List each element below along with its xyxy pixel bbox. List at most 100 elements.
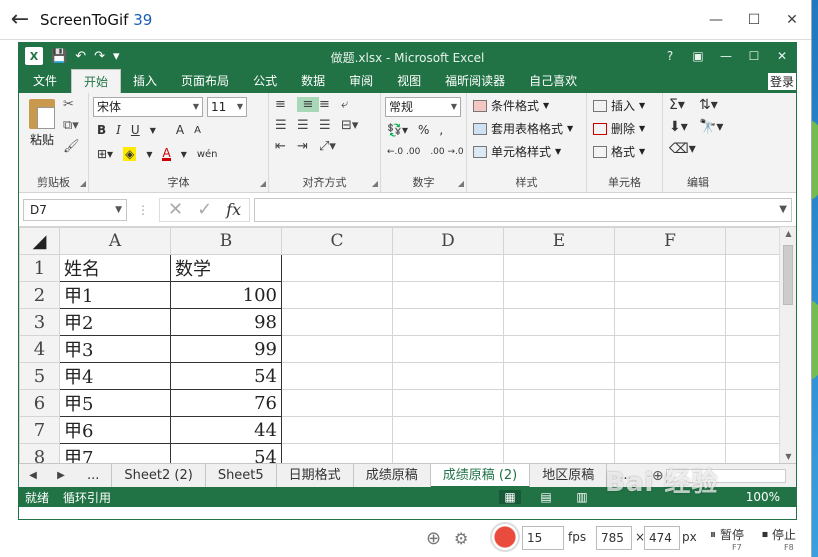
find-select-icon[interactable]: 🔭▾ bbox=[699, 119, 729, 135]
cell[interactable] bbox=[392, 308, 504, 336]
next-sheet-icon[interactable]: ▶ bbox=[47, 470, 75, 481]
dialog-launcher-icon[interactable]: ◢ bbox=[372, 179, 378, 188]
scroll-thumb[interactable] bbox=[783, 245, 793, 305]
sheet-tab-grades-draft[interactable]: 成绩原稿 bbox=[354, 463, 431, 488]
cell[interactable] bbox=[281, 443, 393, 463]
border-icon[interactable]: ⊞▾ bbox=[97, 147, 113, 161]
cell-b3[interactable]: 98 bbox=[170, 308, 282, 336]
chevron-down-icon[interactable]: ▼ bbox=[779, 204, 787, 215]
cell[interactable] bbox=[281, 335, 393, 363]
row-header[interactable]: 3 bbox=[19, 308, 60, 336]
cell[interactable] bbox=[503, 335, 615, 363]
cell[interactable] bbox=[725, 335, 786, 363]
sheet-tab-more-right[interactable]: ... bbox=[607, 464, 643, 488]
cell[interactable] bbox=[725, 443, 786, 463]
login-link[interactable]: 登录 bbox=[767, 73, 796, 90]
column-header[interactable]: A bbox=[59, 227, 171, 255]
cell[interactable] bbox=[503, 254, 615, 282]
minimize-icon[interactable]: — bbox=[712, 49, 740, 63]
page-layout-view-icon[interactable]: ▤ bbox=[535, 490, 557, 504]
tab-review[interactable]: 审阅 bbox=[337, 69, 385, 93]
decrease-decimal-button[interactable]: .00 →.0 bbox=[430, 147, 463, 157]
tab-page-layout[interactable]: 页面布局 bbox=[169, 69, 241, 93]
cell[interactable] bbox=[281, 389, 393, 417]
orientation-icon[interactable]: ⤢▾ bbox=[319, 139, 341, 154]
wrap-text-icon[interactable]: ⤶ bbox=[341, 97, 363, 112]
row-header[interactable]: 2 bbox=[19, 281, 60, 309]
help-icon[interactable]: ? bbox=[656, 49, 684, 63]
gear-icon[interactable]: ⚙ bbox=[454, 529, 468, 548]
enter-icon[interactable]: ✓ bbox=[197, 199, 212, 220]
decrease-indent-icon[interactable]: ⇤ bbox=[275, 139, 297, 154]
tab-insert[interactable]: 插入 bbox=[121, 69, 169, 93]
row-header[interactable]: 6 bbox=[19, 389, 60, 417]
cell-b6[interactable]: 76 bbox=[170, 389, 282, 417]
cell-a2[interactable]: 甲1 bbox=[59, 281, 171, 309]
delete-cells-button[interactable]: 删除 ▼ bbox=[593, 120, 645, 137]
cell[interactable] bbox=[725, 416, 786, 444]
cell[interactable] bbox=[614, 362, 726, 390]
phonetic-button[interactable]: wén bbox=[197, 149, 218, 160]
cell-a1[interactable]: 姓名 bbox=[59, 254, 171, 282]
cell-b2[interactable]: 100 bbox=[170, 281, 282, 309]
sheet-tab-date-format[interactable]: 日期格式 bbox=[277, 463, 354, 488]
page-break-view-icon[interactable]: ▥ bbox=[571, 490, 593, 504]
cell[interactable] bbox=[725, 389, 786, 417]
tab-data[interactable]: 数据 bbox=[289, 69, 337, 93]
width-input[interactable]: 785 bbox=[596, 526, 632, 550]
cell-a5[interactable]: 甲4 bbox=[59, 362, 171, 390]
column-header[interactable] bbox=[725, 227, 786, 255]
column-header[interactable]: E bbox=[503, 227, 615, 255]
cell[interactable] bbox=[614, 335, 726, 363]
formula-bar-grip[interactable]: ⋮ bbox=[137, 203, 149, 217]
name-box[interactable]: D7 ▼ bbox=[23, 198, 127, 221]
cell[interactable] bbox=[392, 281, 504, 309]
dialog-launcher-icon[interactable]: ◢ bbox=[260, 179, 266, 188]
close-icon[interactable]: ✕ bbox=[768, 49, 796, 63]
cell[interactable] bbox=[614, 443, 726, 463]
tab-formulas[interactable]: 公式 bbox=[241, 69, 289, 93]
cell[interactable] bbox=[503, 389, 615, 417]
cell[interactable] bbox=[503, 362, 615, 390]
cell-b7[interactable]: 44 bbox=[170, 416, 282, 444]
cell[interactable] bbox=[614, 254, 726, 282]
cell-a7[interactable]: 甲6 bbox=[59, 416, 171, 444]
vertical-scrollbar[interactable]: ▲ ▼ bbox=[779, 227, 796, 463]
comma-button[interactable]: , bbox=[439, 123, 443, 137]
currency-icon[interactable]: 💱▾ bbox=[387, 123, 408, 137]
scroll-down-icon[interactable]: ▼ bbox=[780, 452, 796, 461]
cell[interactable] bbox=[725, 308, 786, 336]
increase-decimal-button[interactable]: ←.0 .00 bbox=[387, 147, 420, 157]
align-middle-icon[interactable]: ≡ bbox=[297, 97, 319, 112]
restore-icon[interactable]: ☐ bbox=[740, 49, 768, 63]
cell[interactable] bbox=[281, 281, 393, 309]
conditional-formatting-button[interactable]: 条件格式 ▼ bbox=[473, 97, 573, 114]
sheet-tab-region-draft[interactable]: 地区原稿 bbox=[530, 463, 608, 488]
font-color-dropdown-icon[interactable]: ▼ bbox=[181, 150, 187, 159]
cell[interactable] bbox=[614, 281, 726, 309]
align-center-icon[interactable]: ☰ bbox=[297, 118, 319, 133]
horizontal-scrollbar[interactable] bbox=[666, 469, 786, 483]
save-icon[interactable]: 💾 bbox=[51, 49, 67, 64]
cell[interactable] bbox=[725, 362, 786, 390]
tab-file[interactable]: 文件 bbox=[19, 69, 72, 93]
scroll-up-icon[interactable]: ▲ bbox=[780, 229, 796, 238]
row-header[interactable]: 7 bbox=[19, 416, 60, 444]
grow-font-button[interactable]: A bbox=[176, 123, 184, 137]
cell[interactable] bbox=[614, 389, 726, 417]
align-right-icon[interactable]: ☰ bbox=[319, 118, 341, 133]
sheet-tab-grades-draft-2[interactable]: 成绩原稿 (2) bbox=[430, 463, 531, 488]
sort-filter-icon[interactable]: ⇅▾ bbox=[699, 97, 729, 113]
cell[interactable] bbox=[392, 362, 504, 390]
bold-button[interactable]: B bbox=[97, 123, 106, 137]
cell-a6[interactable]: 甲5 bbox=[59, 389, 171, 417]
align-bottom-icon[interactable]: ≡ bbox=[319, 97, 341, 112]
cell-b1[interactable]: 数学 bbox=[170, 254, 282, 282]
cell-d7[interactable] bbox=[392, 416, 504, 444]
cell-b4[interactable]: 99 bbox=[170, 335, 282, 363]
format-cells-button[interactable]: 格式 ▼ bbox=[593, 143, 645, 160]
italic-button[interactable]: I bbox=[116, 123, 121, 137]
minimize-icon[interactable]: — bbox=[697, 12, 735, 28]
font-color-icon[interactable]: A bbox=[162, 147, 171, 161]
format-as-table-button[interactable]: 套用表格格式 ▼ bbox=[473, 120, 573, 137]
